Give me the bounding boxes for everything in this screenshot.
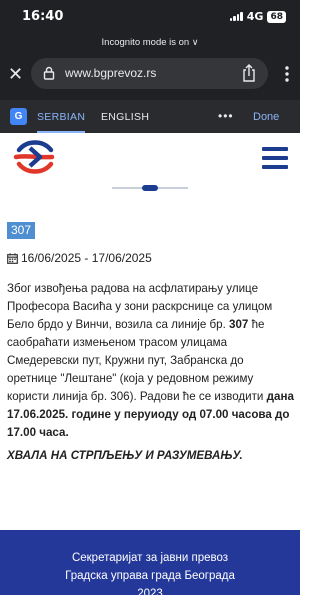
status-indicators: 4G 68 [229, 10, 286, 23]
carousel-knob[interactable] [142, 185, 158, 191]
lock-icon [43, 66, 55, 80]
share-icon[interactable] [241, 64, 257, 82]
footer-line-1: Секретаријат за јавни превоз [71, 552, 229, 564]
site-footer: Секретаријат за јавни превоз Градска упр… [0, 530, 300, 595]
overflow-menu-icon[interactable] [280, 64, 294, 84]
article-line-number: 307 [229, 318, 249, 331]
article-body: Због извођења радова на асфлатирању улиц… [7, 280, 295, 442]
google-translate-icon: G [10, 108, 27, 125]
translate-more-icon[interactable]: ••• [218, 109, 234, 123]
tab-english[interactable]: ENGLISH [101, 100, 149, 133]
translate-done-button[interactable]: Done [253, 111, 279, 123]
line-badge[interactable]: 307 [7, 222, 36, 239]
browser-toolbar: Incognito mode is on ∨ ✕ www.bgprevoz.rs [0, 34, 300, 100]
incognito-notice[interactable]: Incognito mode is on ∨ [0, 37, 300, 48]
footer-line-3: 2023 [137, 588, 163, 595]
close-icon[interactable]: ✕ [8, 65, 23, 83]
date-range-text: 16/06/2025 - 17/06/2025 [21, 251, 152, 265]
url-text: www.bgprevoz.rs [65, 66, 157, 80]
footer-line-2: Градска управа града Београда [65, 570, 235, 582]
address-bar[interactable]: www.bgprevoz.rs [31, 58, 268, 89]
bgprevoz-logo[interactable] [13, 138, 55, 176]
tab-serbian[interactable]: SERBIAN [37, 100, 86, 133]
date-range: 16/06/2025 - 17/06/2025 [7, 251, 152, 265]
translate-bar: G SERBIAN ENGLISH ••• Done [0, 100, 300, 133]
status-bar: 16:40 4G 68 [0, 0, 300, 34]
carousel-indicator[interactable] [112, 185, 188, 191]
battery-icon: 68 [267, 10, 286, 23]
hamburger-menu-icon[interactable] [262, 147, 288, 169]
incognito-label: Incognito mode is on [101, 37, 190, 48]
calendar-icon [7, 252, 18, 264]
closing-message: ХВАЛА НА СТРПЉЕЊУ И РАЗУМЕВАЊУ. [7, 449, 243, 462]
status-time: 16:40 [22, 9, 64, 24]
chevron-down-icon: ∨ [191, 37, 199, 47]
network-type: 4G [246, 10, 264, 23]
signal-icon [229, 12, 243, 21]
